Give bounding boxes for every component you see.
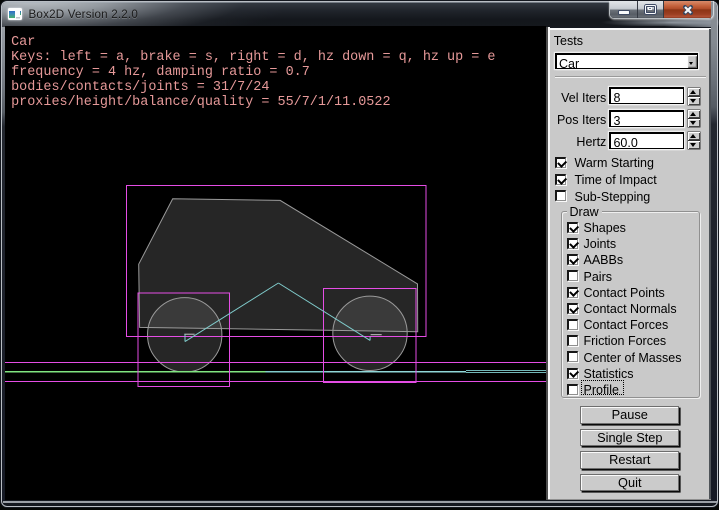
svg-text:proxies/height/balance/quality: proxies/height/balance/quality = 55/7/1/… [11,95,390,110]
svg-text:frequency = 4 hz, damping rati: frequency = 4 hz, damping ratio = 0.7 [11,65,310,80]
svg-text:Keys: left = a, brake = s, rig: Keys: left = a, brake = s, right = d, hz… [11,50,495,65]
svg-text:Car: Car [11,35,35,50]
svg-text:bodies/contacts/joints = 31/7/: bodies/contacts/joints = 31/7/24 [11,80,269,95]
